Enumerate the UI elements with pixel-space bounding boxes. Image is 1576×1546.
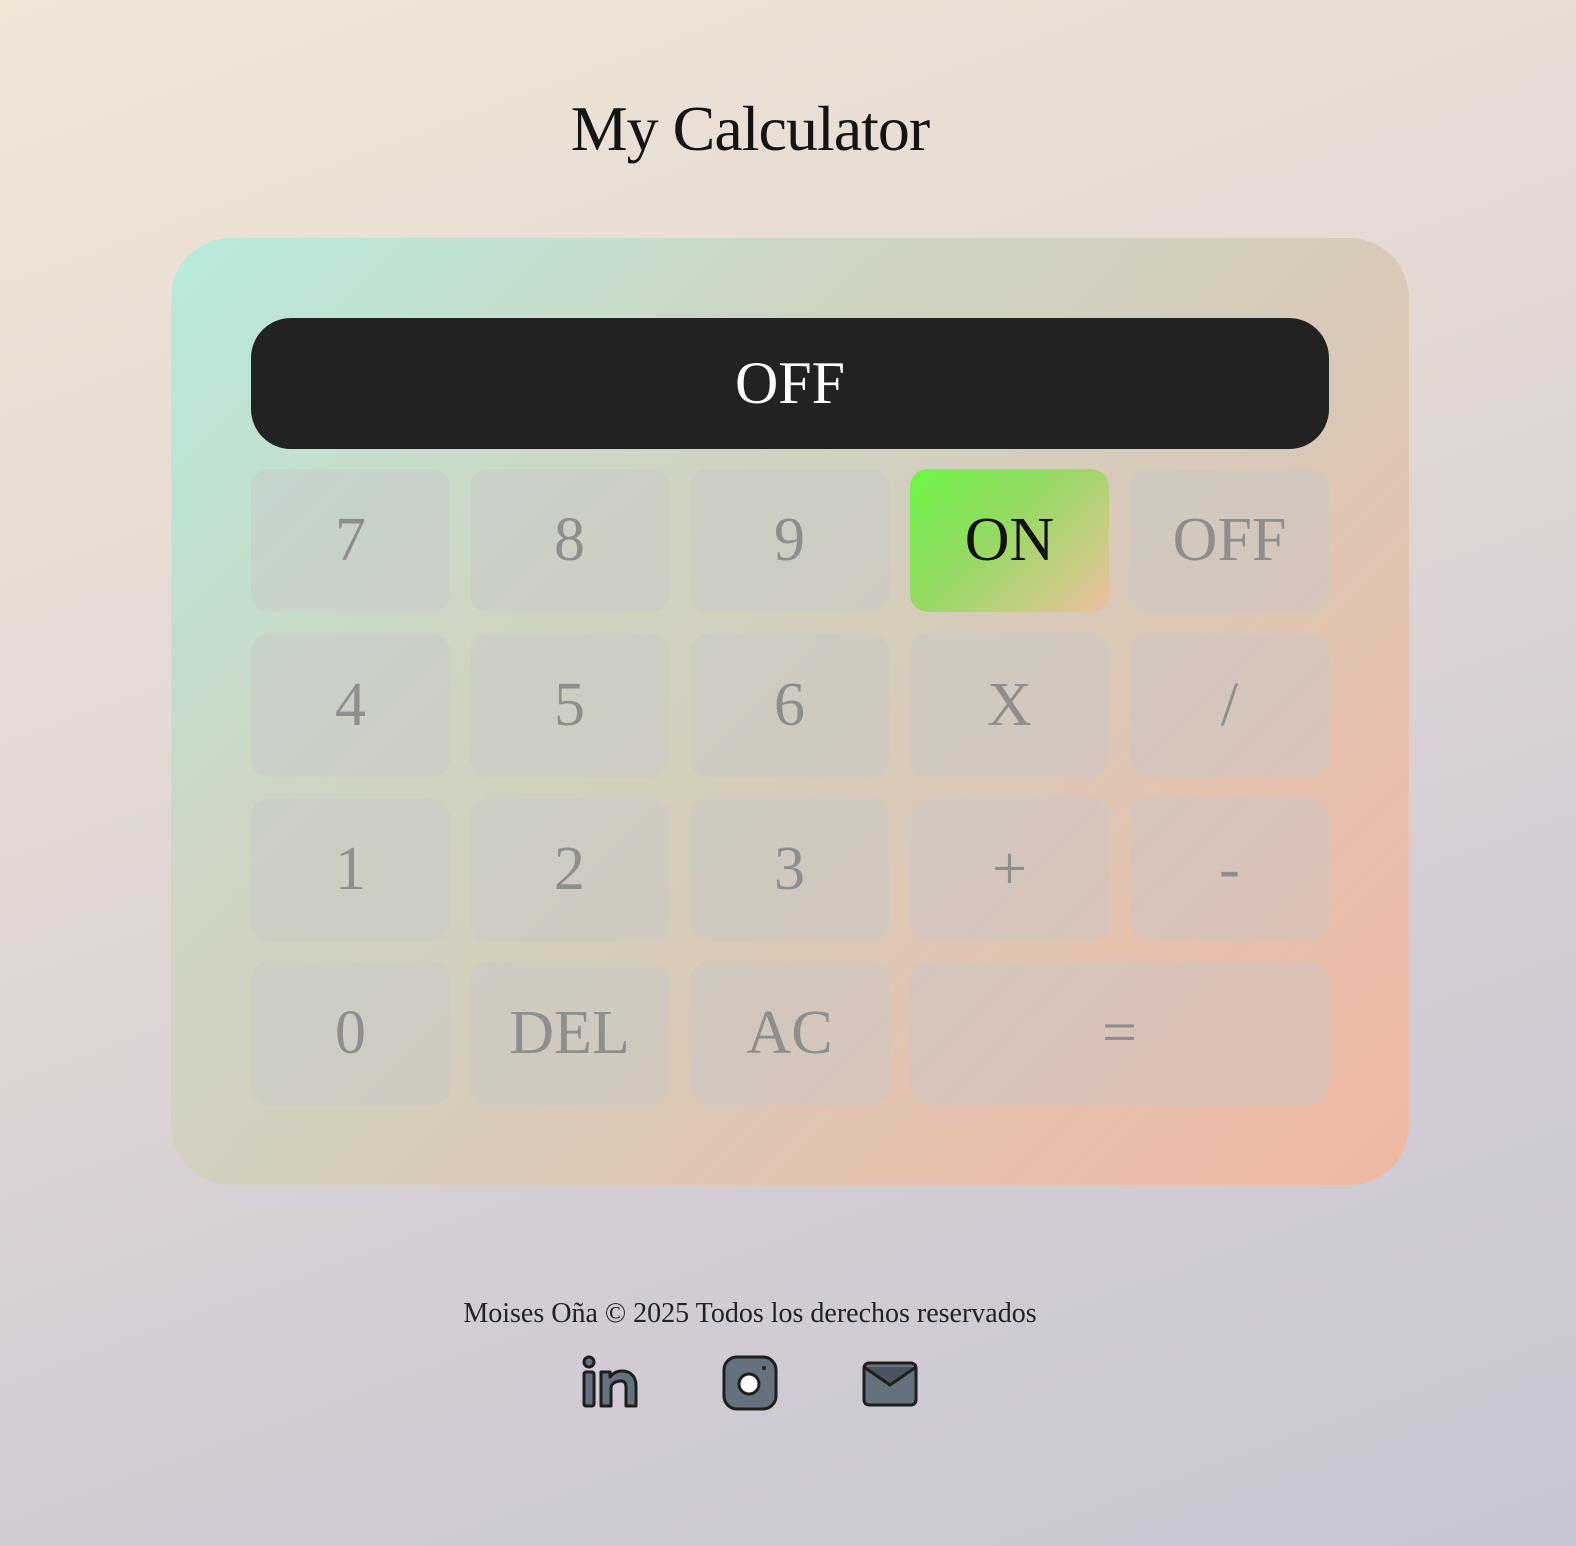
all-clear-button[interactable]: AC xyxy=(690,962,889,1105)
instagram-icon xyxy=(722,1355,778,1411)
key-1[interactable]: 1 xyxy=(251,798,450,941)
key-7[interactable]: 7 xyxy=(251,469,450,612)
minus-button[interactable]: - xyxy=(1130,798,1329,941)
divide-button[interactable]: / xyxy=(1130,634,1329,777)
key-4[interactable]: 4 xyxy=(251,634,450,777)
plus-button[interactable]: + xyxy=(910,798,1109,941)
email-link[interactable] xyxy=(862,1355,918,1411)
instagram-link[interactable] xyxy=(722,1355,778,1411)
off-button[interactable]: OFF xyxy=(1130,469,1329,612)
linkedin-icon xyxy=(582,1355,638,1408)
equals-button[interactable]: = xyxy=(910,962,1329,1105)
key-8[interactable]: 8 xyxy=(470,469,669,612)
key-5[interactable]: 5 xyxy=(470,634,669,777)
calculator-body: OFF 7 8 9 ON OFF 4 5 6 X / 1 2 3 + - 0 D… xyxy=(171,238,1409,1185)
mail-icon xyxy=(862,1361,918,1407)
key-2[interactable]: 2 xyxy=(470,798,669,941)
footer-copyright: Moises Oña © 2025 Todos los derechos res… xyxy=(463,1298,1037,1329)
key-9[interactable]: 9 xyxy=(690,469,889,612)
calculator-display: OFF xyxy=(251,318,1329,449)
multiply-button[interactable]: X xyxy=(910,634,1109,777)
key-3[interactable]: 3 xyxy=(690,798,889,941)
delete-button[interactable]: DEL xyxy=(470,962,669,1105)
key-6[interactable]: 6 xyxy=(690,634,889,777)
page-title: My Calculator xyxy=(570,93,930,164)
key-0[interactable]: 0 xyxy=(251,962,450,1105)
on-button[interactable]: ON xyxy=(910,469,1109,612)
linkedin-link[interactable] xyxy=(582,1355,638,1411)
